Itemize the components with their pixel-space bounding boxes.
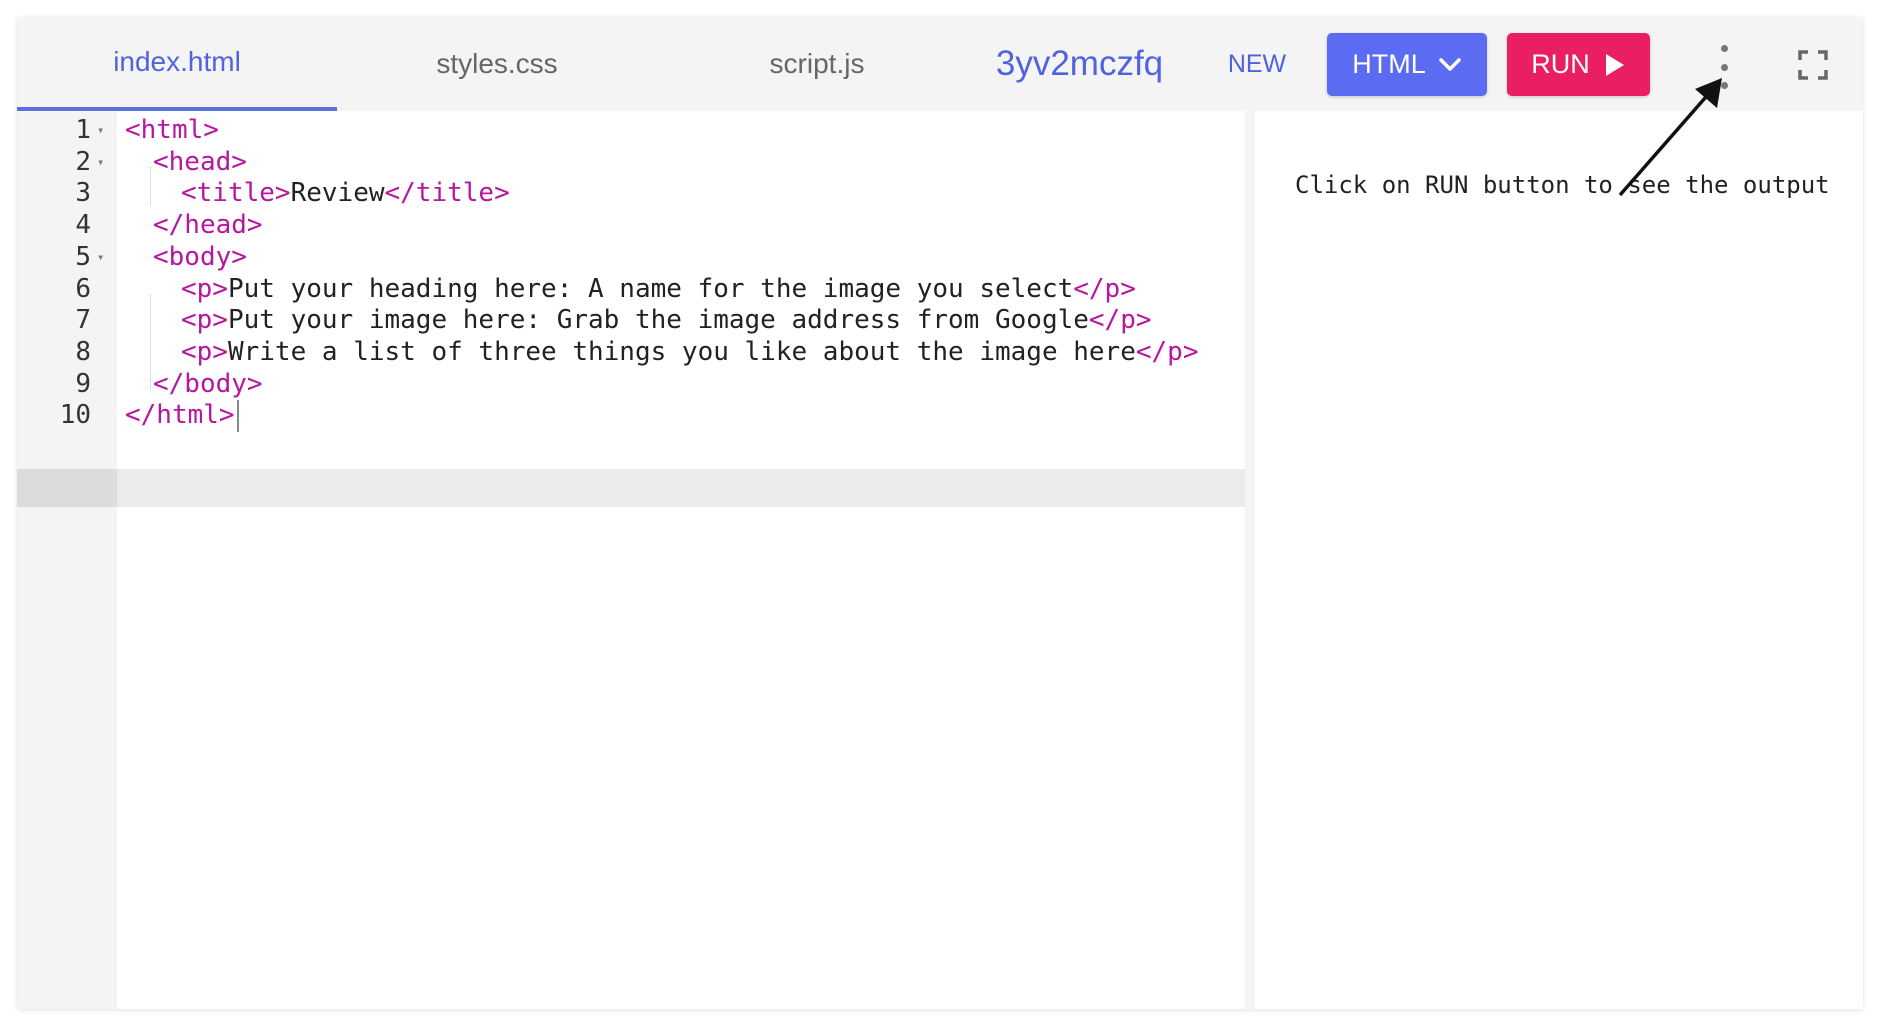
html-tag-token: </title>: [384, 178, 510, 209]
html-tag-token: <title>: [181, 178, 291, 209]
chevron-down-icon: [1439, 57, 1461, 71]
html-tag-token: </p>: [1135, 336, 1199, 367]
active-line-gutter: [17, 469, 117, 507]
code-editor[interactable]: 1 ▾ <html> 2 ▾ <head> 3 <title>Review</title> 4 <…: [17, 111, 1245, 1009]
html-tag-token: </body>: [153, 368, 263, 399]
html-tag-token: <p>: [181, 336, 228, 367]
code-text: </html>: [125, 396, 1243, 434]
text-token: Put your heading here: A name for the im…: [227, 273, 1074, 304]
html-tag-token: </head>: [153, 210, 263, 241]
text-token: Put your image here: Grab the image addr…: [227, 305, 1089, 336]
html-tag-token: <head>: [153, 146, 247, 177]
text-token: Review: [290, 178, 385, 209]
tab-script-js[interactable]: script.js: [657, 17, 977, 111]
code-line[interactable]: 10 </html>: [17, 396, 1245, 434]
html-tag-token: <p>: [181, 273, 228, 304]
html-tag-token: </p>: [1088, 305, 1152, 336]
html-tag-token: <body>: [153, 241, 247, 272]
line-number: 10: [59, 400, 91, 431]
tab-index-html[interactable]: index.html: [17, 17, 337, 111]
html-tag-token: </html>: [125, 400, 235, 431]
active-line-highlight: [17, 469, 1245, 507]
output-message: Click on RUN button to see the output: [1295, 171, 1830, 199]
html-tag-token: <html>: [125, 115, 219, 145]
code-playground: index.html styles.css script.js 3yv2mczf…: [17, 17, 1863, 1009]
text-token: Write a list of three things you like ab…: [227, 336, 1136, 367]
text-cursor: [236, 399, 239, 432]
tab-styles-css[interactable]: styles.css: [337, 17, 657, 111]
fullscreen-icon[interactable]: [1798, 50, 1828, 80]
language-label: HTML: [1352, 49, 1426, 79]
toolbar: index.html styles.css script.js 3yv2mczf…: [17, 17, 1863, 111]
html-tag-token: <p>: [181, 305, 228, 336]
arrow-annotation-icon: [1618, 78, 1722, 197]
project-name[interactable]: 3yv2mczfq: [992, 17, 1167, 111]
new-button[interactable]: NEW: [1207, 17, 1307, 111]
run-label: RUN: [1531, 49, 1590, 79]
html-tag-token: </p>: [1073, 273, 1136, 304]
output-panel: Click on RUN button to see the output: [1255, 111, 1863, 1009]
language-select-button[interactable]: HTML: [1327, 33, 1487, 96]
